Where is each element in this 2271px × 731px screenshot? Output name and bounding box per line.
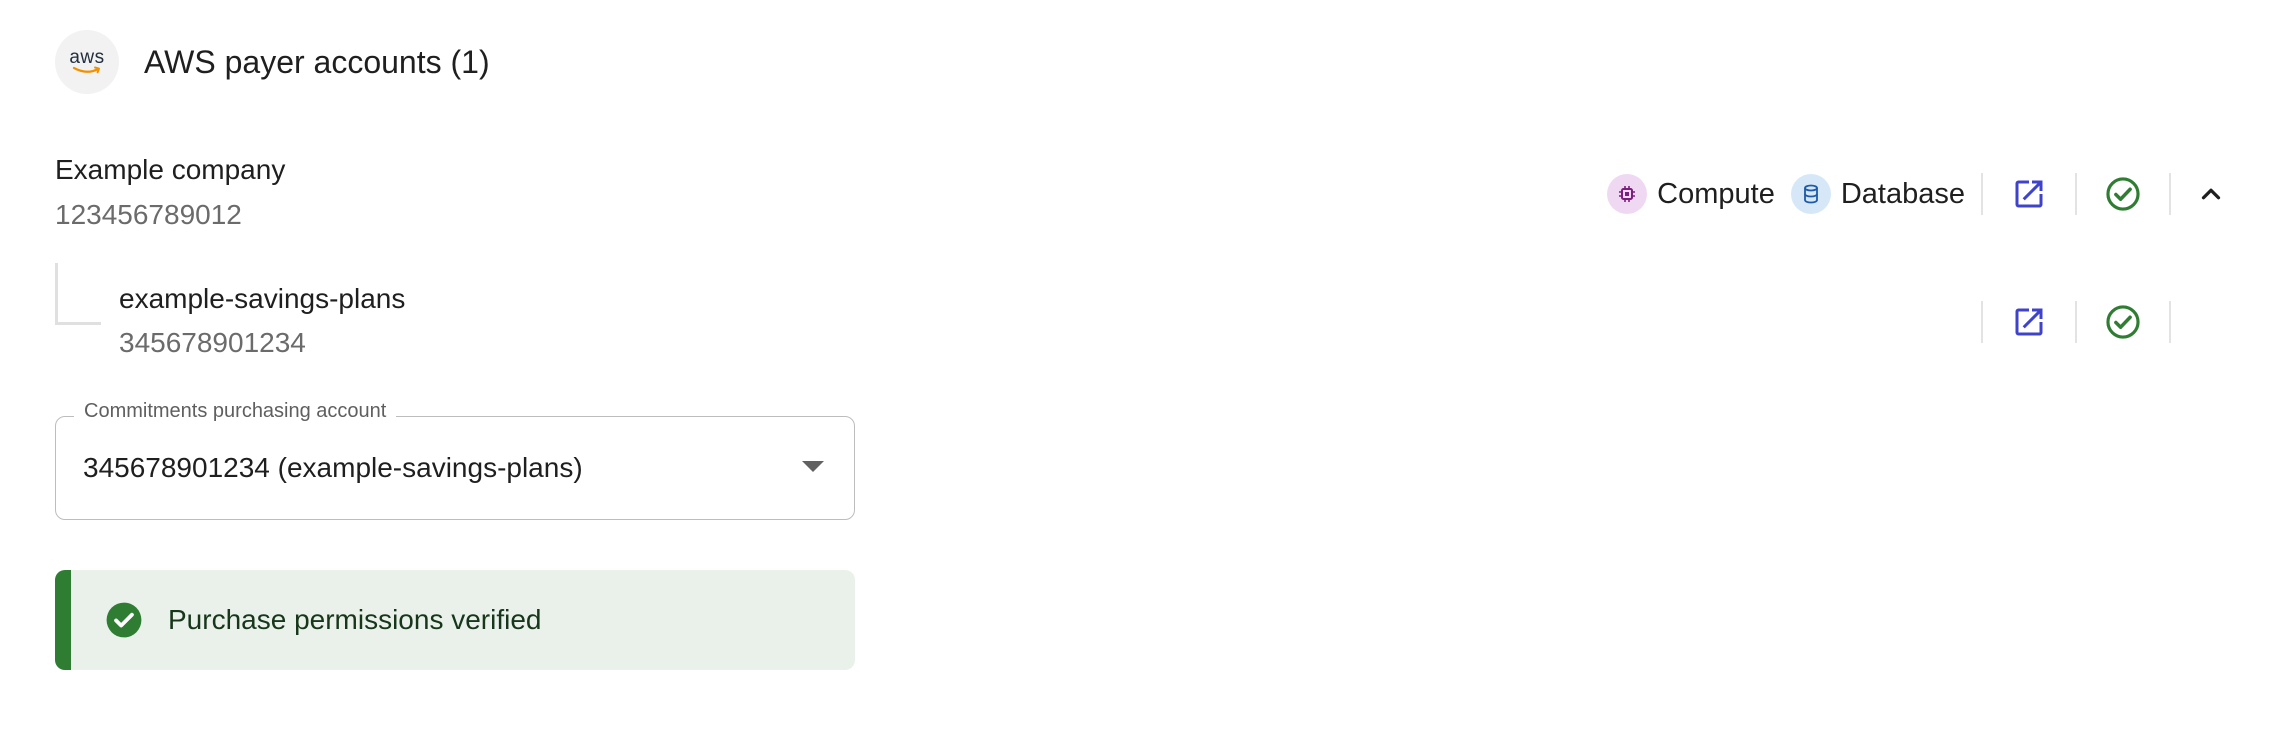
alert-accent-bar bbox=[55, 570, 71, 670]
payer-account-name: Example company bbox=[55, 154, 286, 185]
dropdown-arrow-icon[interactable] bbox=[802, 461, 824, 472]
check-circle-filled-icon bbox=[105, 601, 143, 639]
page-title: AWS payer accounts (1) bbox=[144, 43, 490, 80]
database-chip: Database bbox=[1790, 174, 1965, 214]
cpu-chip-icon bbox=[1607, 174, 1648, 214]
tree-connector bbox=[55, 263, 101, 325]
payer-account-id: 123456789012 bbox=[55, 199, 242, 230]
open-external-button[interactable] bbox=[1983, 166, 2075, 222]
check-circle-icon bbox=[2106, 177, 2140, 211]
select-label: Commitments purchasing account bbox=[74, 400, 397, 423]
open-in-new-icon bbox=[2015, 180, 2043, 208]
aws-logo-text: aws bbox=[69, 47, 105, 68]
aws-smile-icon bbox=[72, 66, 100, 74]
collapse-button[interactable] bbox=[2171, 166, 2251, 222]
aws-logo: aws bbox=[55, 30, 119, 94]
section-header: aws AWS payer accounts (1) bbox=[55, 30, 490, 94]
linked-account-id: 345678901234 bbox=[119, 327, 306, 358]
database-chip-label: Database bbox=[1840, 177, 1965, 210]
chevron-up-icon bbox=[2201, 188, 2221, 200]
check-circle-icon bbox=[2106, 305, 2140, 339]
compute-chip: Compute bbox=[1607, 174, 1775, 214]
success-alert: Purchase permissions verified bbox=[55, 570, 855, 670]
alert-message: Purchase permissions verified bbox=[168, 604, 542, 635]
database-icon bbox=[1790, 174, 1831, 214]
select-value: 345678901234 (example-savings-plans) bbox=[83, 452, 583, 483]
commitments-purchasing-account-select[interactable]: Commitments purchasing account 345678901… bbox=[55, 400, 855, 520]
compute-chip-label: Compute bbox=[1657, 177, 1775, 210]
payer-account-actions: Compute Database bbox=[1591, 166, 2251, 222]
linked-account-name: example-savings-plans bbox=[119, 283, 406, 314]
verify-status-button[interactable] bbox=[2077, 166, 2169, 222]
aws-payer-accounts-panel: aws AWS payer accounts (1) Example compa… bbox=[0, 0, 2271, 731]
linked-account-actions bbox=[1981, 294, 2251, 350]
open-external-button[interactable] bbox=[1983, 294, 2075, 350]
open-in-new-icon bbox=[2015, 308, 2043, 336]
verify-status-button[interactable] bbox=[2077, 294, 2169, 350]
